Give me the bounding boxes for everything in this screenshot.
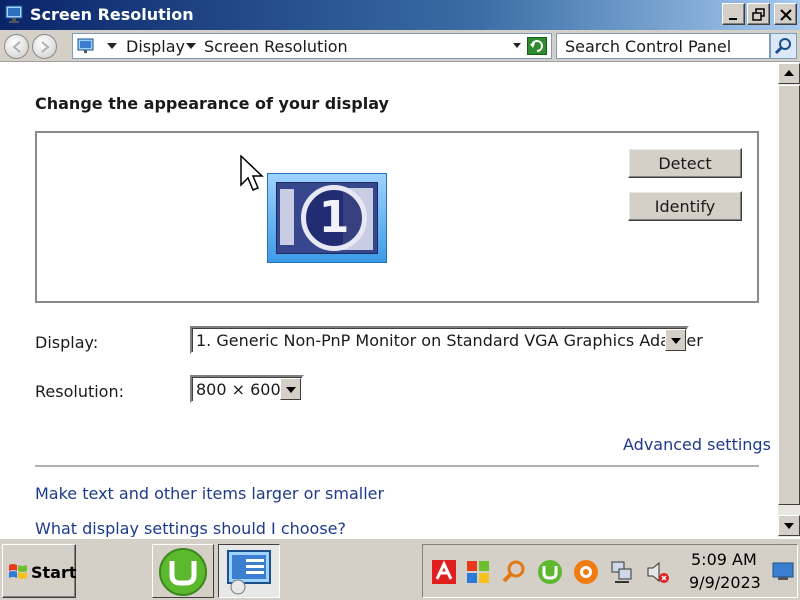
monitor-number: 1 <box>301 185 367 251</box>
start-label: Start <box>31 563 77 582</box>
clock-time[interactable]: 5:09 AM <box>691 550 757 569</box>
windows-logo-icon <box>9 564 27 579</box>
display-help-link[interactable]: What display settings should I choose? <box>35 519 346 537</box>
refresh-icon <box>530 40 543 52</box>
title-bar[interactable]: Screen Resolution <box>0 0 800 30</box>
search-button[interactable] <box>770 33 797 59</box>
breadcrumb[interactable]: Display Screen Resolution <box>72 33 552 59</box>
breadcrumb-chevron-icon[interactable] <box>186 43 196 49</box>
volume-muted-icon[interactable] <box>645 559 671 585</box>
utorrent-icon[interactable] <box>537 559 563 585</box>
display-select-value: 1. Generic Non-PnP Monitor on Standard V… <box>196 331 703 350</box>
display-settings-icon <box>227 550 271 595</box>
resolution-select[interactable]: 800 × 600 <box>190 375 304 403</box>
monitor-screen: 1 <box>276 182 378 254</box>
chevron-down-icon[interactable] <box>665 329 686 351</box>
start-button[interactable]: Start <box>2 544 77 598</box>
system-tray: 5:09 AM 9/9/2023 <box>422 544 798 598</box>
refresh-button[interactable] <box>527 37 547 55</box>
minimize-icon <box>729 18 737 20</box>
forward-arrow-icon <box>41 41 50 53</box>
restore-icon <box>752 8 765 21</box>
utorrent-task-button[interactable] <box>152 544 214 598</box>
content-area: Change the appearance of your display 1 … <box>0 63 778 537</box>
display-label: Display: <box>35 333 99 352</box>
taskbar: Start 5:09 AM 9/9/2023 <box>0 537 800 600</box>
chevron-up-icon <box>784 70 794 76</box>
chevron-down-icon <box>784 523 794 529</box>
text-size-link[interactable]: Make text and other items larger or smal… <box>35 484 384 503</box>
display-settings-icon <box>5 5 23 23</box>
divider <box>35 465 759 467</box>
identify-button[interactable]: Identify <box>628 191 742 221</box>
search-magnifier-icon[interactable] <box>501 559 527 585</box>
breadcrumb-display[interactable]: Display <box>126 37 185 56</box>
control-panel-icon <box>77 38 94 53</box>
search-icon <box>774 38 791 55</box>
resolution-label: Resolution: <box>35 382 124 401</box>
network-icon[interactable] <box>609 559 635 585</box>
page-title: Change the appearance of your display <box>35 94 389 113</box>
search-placeholder: Search Control Panel <box>565 37 732 56</box>
detect-button[interactable]: Detect <box>628 148 742 178</box>
close-button[interactable] <box>774 3 797 25</box>
history-dropdown-icon[interactable] <box>513 43 521 48</box>
chevron-down-icon[interactable] <box>280 378 301 400</box>
screen-resolution-task-button[interactable] <box>218 544 280 598</box>
vertical-scrollbar[interactable] <box>778 63 800 537</box>
back-arrow-icon <box>12 41 21 53</box>
scroll-down-button[interactable] <box>778 515 800 536</box>
window-title: Screen Resolution <box>30 5 194 24</box>
monitor-1-preview[interactable]: 1 <box>267 173 387 263</box>
resolution-select-value: 800 × 600 <box>196 380 281 399</box>
show-desktop-icon[interactable] <box>772 561 794 581</box>
clock-date[interactable]: 9/9/2023 <box>689 573 761 592</box>
advanced-settings-link[interactable]: Advanced settings <box>623 435 771 454</box>
display-select[interactable]: 1. Generic Non-PnP Monitor on Standard V… <box>190 326 703 354</box>
utorrent-icon <box>159 548 207 596</box>
forward-button[interactable] <box>32 34 57 59</box>
breadcrumb-screen-resolution[interactable]: Screen Resolution <box>204 37 348 56</box>
maximize-button[interactable] <box>747 3 770 25</box>
monitor-sidebar <box>280 189 294 245</box>
avast-icon[interactable] <box>573 559 599 585</box>
scroll-up-button[interactable] <box>778 63 800 84</box>
mouse-cursor-icon <box>240 155 264 191</box>
back-button[interactable] <box>4 34 29 59</box>
display-preview[interactable]: 1 Detect Identify <box>35 131 759 303</box>
address-bar: Display Screen Resolution Search Control… <box>0 30 800 62</box>
minimize-button[interactable] <box>722 3 745 25</box>
breadcrumb-chevron-icon[interactable] <box>107 43 117 49</box>
avira-icon[interactable] <box>431 559 457 585</box>
close-icon <box>780 9 792 21</box>
scroll-thumb[interactable] <box>778 85 800 505</box>
search-input[interactable]: Search Control Panel <box>556 33 770 59</box>
windows-flag-icon[interactable] <box>465 559 491 585</box>
